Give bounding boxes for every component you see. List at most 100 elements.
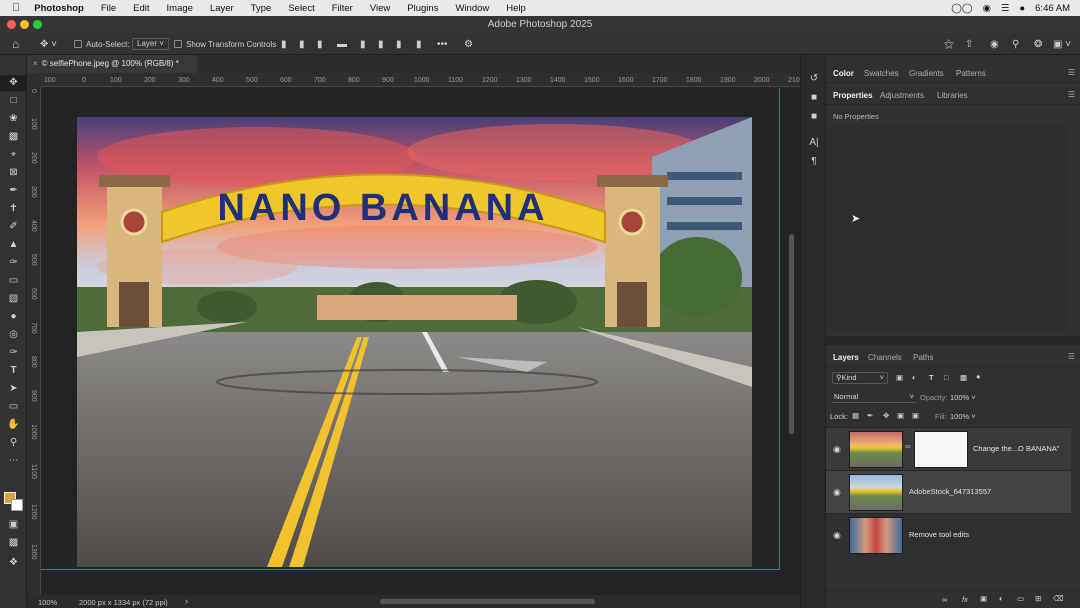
layer-filter-dropdown[interactable]: ⚲Kind ˅ [832,372,888,384]
menu-edit[interactable]: Edit [133,3,149,14]
blend-mode-dropdown[interactable]: Normal ˅ [832,391,916,403]
user-icon[interactable]: ● [1019,3,1025,14]
menu-file[interactable]: File [101,3,116,14]
lock-image-icon[interactable]: ✒ [867,411,873,420]
align-right-icon[interactable]: ▮ [317,38,323,50]
type-tool-icon[interactable]: T [0,363,27,379]
lock-transparent-icon[interactable]: ▦ [852,411,859,420]
status-menu-arrow[interactable]: › [185,596,188,606]
tab-adjustments[interactable]: Adjustments [880,91,924,100]
eye-icon[interactable]: ◉ [833,444,841,455]
add-mask-icon[interactable]: ▣ [980,594,987,603]
show-transform-controls-checkbox[interactable]: Show Transform Controls [174,38,276,50]
pen-tool-icon[interactable]: ✑ [0,345,27,361]
properties-panel-menu-icon[interactable]: ☰ [1068,90,1075,99]
layer-row[interactable]: ◉ AdobeStock_647313557 [826,470,1071,513]
menu-plugins[interactable]: Plugins [407,3,438,14]
close-tab-icon[interactable]: × [33,59,38,68]
new-layer-icon[interactable]: ⊞ [1035,594,1041,603]
lock-artboard-icon[interactable]: ▣ [897,411,904,420]
filter-shape-icon[interactable]: □ [944,373,949,382]
tab-gradients[interactable]: Gradients [909,69,944,78]
color-panel-menu-icon[interactable]: ☰ [1068,68,1075,77]
apple-icon[interactable]:  [12,2,20,14]
workspace-icon[interactable]: ▣ ˅ [1053,38,1071,50]
control-center-icon[interactable]: ☰ [1001,3,1010,14]
menu-view[interactable]: View [370,3,390,14]
history-brush-tool-icon[interactable]: ✑ [0,255,27,271]
filter-toggle-icon[interactable]: ● [976,372,981,381]
home-icon[interactable]: ⌂ [12,37,19,51]
menu-image[interactable]: Image [167,3,193,14]
filter-pixel-icon[interactable]: ▣ [896,373,903,382]
canvas-vertical-scrollbar[interactable] [789,234,794,434]
screen-mode-icon[interactable]: ▩ [0,535,27,551]
menu-clock[interactable]: 6:46 AM [1035,3,1070,14]
tab-channels[interactable]: Channels [868,353,902,362]
menu-layer[interactable]: Layer [210,3,234,14]
move-tool-icon[interactable]: ✥ [0,75,27,91]
glasses-icon[interactable]: ◯◯ [951,3,972,14]
creative-cloud-icon[interactable]: ◉ [983,3,991,14]
menu-filter[interactable]: Filter [332,3,353,14]
document-image[interactable]: NANO BANANA [77,117,752,567]
menu-window[interactable]: Window [455,3,489,14]
auto-select-checkbox[interactable]: Auto-Select: [74,38,130,50]
lightbulb-icon[interactable]: ❂ [1034,38,1042,50]
tab-libraries[interactable]: Libraries [937,91,968,100]
layer-row[interactable]: ◉ Remove tool edits [826,513,1071,556]
generative-icon[interactable]: ❖ [0,555,27,571]
background-color-swatch[interactable] [11,499,23,511]
layer-row[interactable]: ◉ ∞ Change the...O BANANA" [826,427,1071,470]
canvas-horizontal-scrollbar[interactable] [380,599,595,604]
path-selection-tool-icon[interactable]: ➤ [0,381,27,397]
dodge-tool-icon[interactable]: ◎ [0,327,27,343]
lasso-tool-icon[interactable]: ❀ [0,111,27,127]
fill-field[interactable]: 100% ˅ [950,412,976,421]
document-tab[interactable]: × © selfiePhone.jpeg @ 100% (RGB/8) * [27,55,197,73]
tab-swatches[interactable]: Swatches [864,69,899,78]
zoom-level[interactable]: 100% [38,598,57,607]
group-icon[interactable]: ▭ [1017,594,1024,603]
clone-stamp-tool-icon[interactable]: ▲ [0,237,27,253]
bell-icon[interactable]: ◉ [990,38,999,50]
menu-type[interactable]: Type [251,3,272,14]
align-bottom-icon[interactable]: ▮ [396,38,402,50]
quick-mask-icon[interactable]: ▣ [0,517,27,533]
history-icon[interactable]: ↺ [801,73,827,84]
brush-tool-icon[interactable]: ✐ [0,219,27,235]
character-icon[interactable]: A| [801,137,827,148]
tab-patterns[interactable]: Patterns [956,69,986,78]
eraser-tool-icon[interactable]: ▭ [0,273,27,289]
layer-name[interactable]: Change the...O BANANA" [973,444,1059,453]
tab-layers[interactable]: Layers [833,353,859,362]
blur-tool-icon[interactable]: ● [0,309,27,325]
gradient-tool-icon[interactable]: ▧ [0,291,27,307]
more-options-button[interactable]: ••• [437,38,448,50]
object-select-tool-icon[interactable]: ▩ [0,129,27,145]
fx-icon[interactable]: fx [962,595,968,604]
paragraph-icon[interactable]: ¶ [801,156,827,167]
align-center-h-icon[interactable]: ▮ [299,38,305,50]
distribute-v-icon[interactable]: ▮ [416,38,422,50]
flask-icon[interactable]: ⚝ [944,38,954,50]
tab-properties[interactable]: Properties [833,91,873,100]
align-top-icon[interactable]: ▮ [360,38,366,50]
share-icon[interactable]: ⇧ [965,38,973,50]
crop-tool-icon[interactable]: ⌖ [0,147,27,163]
link-layers-icon[interactable]: ∞ [942,595,947,604]
trash-icon[interactable]: ⌫ [1053,594,1064,603]
comments-icon[interactable]: ■ [801,111,827,122]
filter-smart-object-icon[interactable]: ▩ [960,373,967,382]
auto-select-dropdown[interactable]: Layer ˅ [132,38,169,50]
zoom-tool-icon[interactable]: ⚲ [0,435,27,451]
hand-tool-icon[interactable]: ✋ [0,417,27,433]
eye-icon[interactable]: ◉ [833,530,841,541]
marquee-tool-icon[interactable]: □ [0,93,27,109]
adjustment-layer-icon[interactable]: ◐ [999,594,1004,603]
tab-color[interactable]: Color [833,69,854,78]
layer-name[interactable]: AdobeStock_647313557 [909,487,991,496]
layer-mask-thumbnail[interactable] [914,431,968,468]
layer-name[interactable]: Remove tool edits [909,530,969,539]
eye-icon[interactable]: ◉ [833,487,841,498]
